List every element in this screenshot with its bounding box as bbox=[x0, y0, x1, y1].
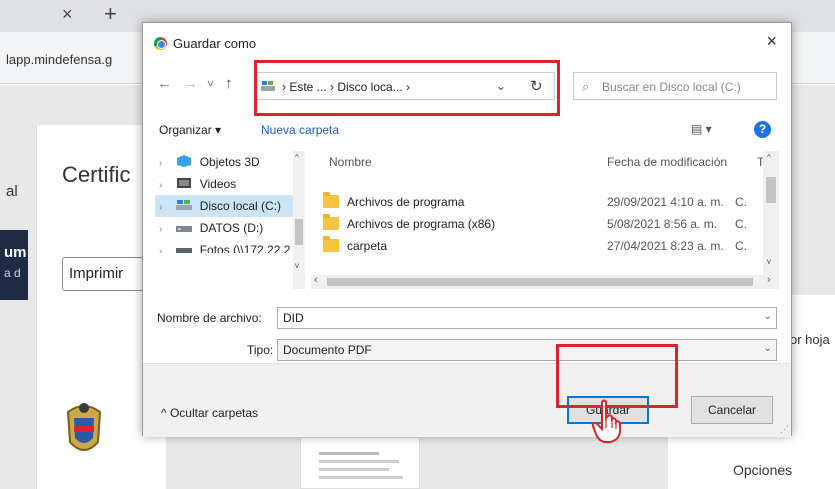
vscroll-thumb[interactable] bbox=[766, 177, 776, 203]
filename-value: DID bbox=[283, 311, 304, 325]
scroll-right-icon[interactable]: › bbox=[767, 274, 771, 286]
scroll-up-icon[interactable]: ^ bbox=[295, 153, 299, 162]
view-options-icon[interactable]: ▤ ▾ bbox=[691, 122, 712, 136]
tree-item-local-disk[interactable]: › Disco local (C:) bbox=[155, 195, 305, 217]
expand-icon[interactable]: › bbox=[159, 175, 173, 195]
file-name: Archivos de programa bbox=[347, 195, 465, 209]
tree-item-videos[interactable]: › Videos bbox=[155, 173, 305, 195]
search-input[interactable]: ⌕ Buscar en Disco local (C:) bbox=[573, 72, 777, 100]
tree-item-fotos[interactable]: › Fotos (\\172.22.2 bbox=[155, 239, 305, 253]
resize-grip-icon[interactable]: ⋰ bbox=[780, 424, 789, 435]
back-icon[interactable]: ← bbox=[157, 75, 172, 92]
cancel-button[interactable]: Cancelar bbox=[691, 396, 773, 424]
3d-objects-icon bbox=[177, 155, 192, 167]
chevron-down-icon[interactable]: ⌄ bbox=[764, 343, 772, 354]
file-list-hscrollbar[interactable]: ‹ › bbox=[311, 274, 779, 289]
scroll-left-icon[interactable]: ‹ bbox=[314, 274, 318, 286]
hide-folders-toggle[interactable]: ^ Ocultar carpetas bbox=[161, 406, 258, 420]
file-list: Nombre Fecha de modificación Ti Archivos… bbox=[311, 151, 781, 289]
file-name: Archivos de programa (x86) bbox=[347, 217, 496, 231]
save-as-dialog: Guardar como × ← → ˅ ↑ › Este ... › Disc… bbox=[142, 22, 792, 437]
address-bar[interactable]: › Este ... › Disco loca... › ⌄ ↻ bbox=[255, 72, 555, 100]
dialog-footer: ^ Ocultar carpetas Guardar Cancelar ⋰ bbox=[143, 363, 791, 437]
file-name: carpeta bbox=[347, 239, 388, 253]
column-name[interactable]: Nombre bbox=[329, 155, 372, 169]
new-tab-icon[interactable]: + bbox=[104, 1, 117, 27]
chevron-down-icon[interactable]: ⌄ bbox=[764, 311, 772, 322]
tree-item-label: Videos bbox=[199, 177, 237, 191]
file-date: 29/09/2021 4:10 a. m. bbox=[607, 195, 724, 209]
filename-field[interactable]: DID ⌄ bbox=[277, 307, 777, 329]
address-path[interactable]: › Este ... › Disco loca... › bbox=[282, 80, 410, 94]
file-row[interactable]: carpeta 27/04/2021 8:23 a. m. bbox=[311, 235, 771, 257]
local-disk-icon bbox=[176, 200, 193, 210]
folder-icon bbox=[323, 192, 339, 208]
expand-icon[interactable]: › bbox=[159, 219, 173, 239]
dark-banner-text: um bbox=[4, 244, 27, 261]
folder-icon bbox=[323, 214, 339, 230]
expand-icon[interactable]: › bbox=[159, 197, 173, 217]
navigation-row: ← → ˅ ↑ › Este ... › Disco loca... › ⌄ ↻… bbox=[143, 67, 791, 103]
tree-scrollbar[interactable]: ^ v bbox=[293, 151, 305, 289]
file-row[interactable]: Archivos de programa 29/09/2021 4:10 a. … bbox=[311, 191, 771, 213]
tree-item-label: Objetos 3D bbox=[199, 155, 260, 169]
address-dropdown-icon[interactable]: ⌄ bbox=[496, 79, 506, 93]
expand-icon[interactable]: › bbox=[159, 241, 173, 253]
close-icon[interactable]: × bbox=[766, 31, 777, 52]
dialog-title: Guardar como bbox=[173, 36, 257, 51]
forward-icon[interactable]: → bbox=[183, 75, 198, 92]
new-folder-button[interactable]: Nueva carpeta bbox=[261, 123, 339, 137]
drive-icon bbox=[176, 226, 193, 232]
file-type: C. bbox=[735, 217, 747, 231]
address-bar-url[interactable]: lapp.mindefensa.g bbox=[6, 52, 112, 67]
help-icon[interactable]: ? bbox=[754, 121, 771, 138]
file-row[interactable]: Archivos de programa (x86) 5/08/2021 8:5… bbox=[311, 213, 771, 235]
folder-icon bbox=[323, 236, 339, 252]
scroll-up-icon[interactable]: ^ bbox=[767, 153, 771, 162]
page-heading: Certific bbox=[62, 162, 131, 187]
tree-item-3d-objects[interactable]: › Objetos 3D bbox=[155, 151, 305, 173]
tree-item-label: Disco local (C:) bbox=[199, 199, 282, 213]
filetype-label: Tipo: bbox=[247, 343, 274, 357]
up-folder-icon[interactable]: ↑ bbox=[225, 75, 233, 92]
tree-item-label: Fotos (\\172.22.2 bbox=[199, 243, 291, 253]
folder-tree: › Objetos 3D › Videos › Disco local (C:)… bbox=[155, 151, 305, 289]
chrome-icon bbox=[154, 37, 167, 50]
recent-locations-icon[interactable]: ˅ bbox=[207, 77, 214, 91]
tab-close-icon[interactable]: × bbox=[62, 4, 73, 25]
search-icon: ⌕ bbox=[582, 79, 590, 94]
videos-icon bbox=[177, 178, 192, 188]
dialog-titlebar: Guardar como × bbox=[143, 23, 791, 65]
tree-scroll-thumb[interactable] bbox=[295, 219, 303, 245]
file-date: 27/04/2021 8:23 a. m. bbox=[607, 239, 724, 253]
expand-icon[interactable]: › bbox=[159, 153, 173, 173]
column-date[interactable]: Fecha de modificación bbox=[607, 155, 727, 169]
dialog-toolbar: Organizar ▾ Nueva carpeta ▤ ▾ ? bbox=[143, 119, 791, 145]
coat-of-arms-icon bbox=[66, 403, 102, 451]
file-date: 5/08/2021 8:56 a. m. bbox=[607, 217, 718, 231]
file-type: C. bbox=[735, 195, 747, 209]
options-label[interactable]: Opciones bbox=[733, 462, 792, 478]
side-label: al bbox=[6, 183, 18, 200]
search-placeholder: Buscar en Disco local (C:) bbox=[602, 80, 741, 94]
tree-item-label: DATOS (D:) bbox=[199, 221, 264, 235]
file-list-vscrollbar[interactable]: ^ v bbox=[763, 151, 779, 275]
network-drive-icon bbox=[176, 248, 193, 253]
filetype-select[interactable]: Documento PDF ⌄ bbox=[277, 339, 777, 361]
tree-item-datos[interactable]: › DATOS (D:) bbox=[155, 217, 305, 239]
per-sheet-label: or hoja bbox=[790, 332, 830, 347]
hscroll-thumb[interactable] bbox=[327, 278, 753, 286]
filetype-value: Documento PDF bbox=[283, 343, 372, 357]
scroll-down-icon[interactable]: v bbox=[767, 257, 771, 266]
dark-banner bbox=[0, 230, 28, 300]
document-preview bbox=[300, 437, 420, 489]
file-type: C. bbox=[735, 239, 747, 253]
organize-menu[interactable]: Organizar ▾ bbox=[159, 123, 221, 137]
save-button[interactable]: Guardar bbox=[567, 396, 649, 424]
local-disk-icon bbox=[261, 81, 275, 91]
filename-label: Nombre de archivo: bbox=[157, 311, 262, 325]
scroll-down-icon[interactable]: v bbox=[295, 261, 299, 270]
dark-banner-subtext: a d bbox=[4, 266, 21, 280]
refresh-icon[interactable]: ↻ bbox=[530, 77, 543, 95]
